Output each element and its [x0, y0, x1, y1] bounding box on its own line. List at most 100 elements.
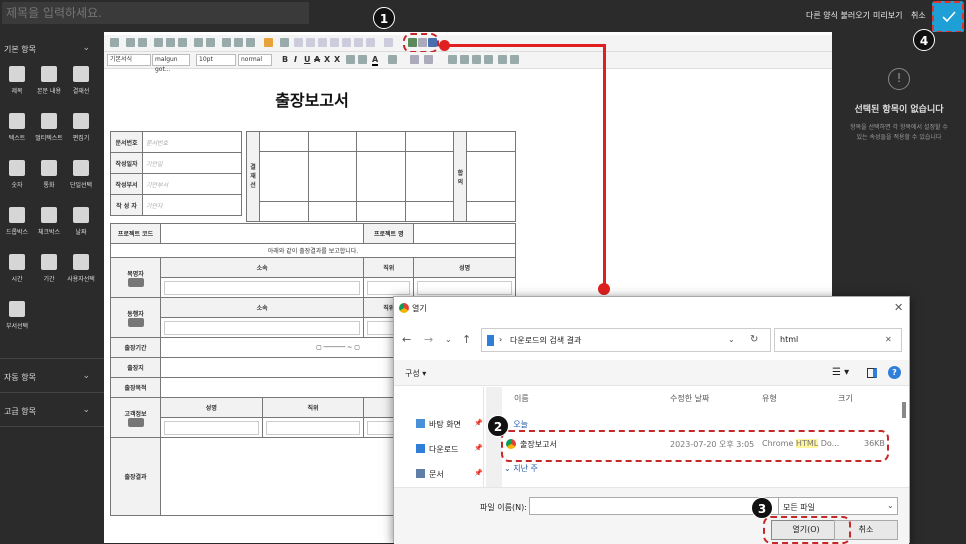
tool-title[interactable]: 제목	[0, 66, 34, 95]
nav-item[interactable]: 다운로드 📌	[416, 442, 486, 456]
nav-item[interactable]: 문서 📌	[416, 467, 486, 481]
superscript-button[interactable]: X	[324, 55, 330, 64]
size-select[interactable]: 10pt	[196, 54, 236, 66]
tool-multitext[interactable]: 멀티텍스트	[32, 113, 66, 142]
tool-checkbox[interactable]: 체크박스	[32, 207, 66, 236]
column-type[interactable]: 유형	[762, 393, 777, 404]
approval-cell[interactable]	[307, 151, 358, 202]
numbered-list-icon[interactable]	[510, 55, 519, 64]
align-justify-icon[interactable]	[484, 55, 493, 64]
hr-icon[interactable]	[234, 38, 243, 47]
special-char-icon[interactable]	[222, 38, 231, 47]
tool-content[interactable]: 본문 내용	[32, 66, 66, 95]
font-color-button[interactable]: A	[372, 55, 379, 66]
doc-info-value[interactable]: 기안부서	[142, 173, 242, 195]
agree-cell[interactable]	[466, 151, 516, 202]
undo-icon[interactable]	[126, 38, 135, 47]
approval-cell[interactable]	[307, 131, 358, 152]
paste-icon[interactable]	[178, 38, 187, 47]
load-other-form-link[interactable]: 다른 양식 불러오기	[806, 10, 870, 21]
tool-date[interactable]: 날짜	[64, 207, 98, 236]
new-doc-icon[interactable]	[110, 38, 119, 47]
approval-cell[interactable]	[404, 151, 455, 202]
redo-icon[interactable]	[138, 38, 147, 47]
tool-dropbox[interactable]: 드롭박스	[0, 207, 34, 236]
tool-currency[interactable]: 통화	[32, 160, 66, 189]
doc-info-value[interactable]: 기안자	[142, 194, 242, 216]
col-delete-icon[interactable]	[354, 38, 363, 47]
bullet-list-icon[interactable]	[498, 55, 507, 64]
add-remove-icon[interactable]	[127, 317, 144, 327]
cell-split-icon[interactable]	[306, 38, 315, 47]
link-icon[interactable]	[264, 38, 273, 47]
traveler-dept-input[interactable]	[164, 280, 361, 295]
row-delete-icon[interactable]	[330, 38, 339, 47]
approval-cell[interactable]	[356, 201, 406, 222]
subscript-button[interactable]: X	[334, 55, 340, 64]
cell-style-icon[interactable]	[366, 38, 375, 47]
cut-icon[interactable]	[154, 38, 163, 47]
traveler-name-input[interactable]	[417, 280, 512, 295]
column-modified[interactable]: 수정한 날짜	[670, 393, 709, 404]
organize-menu[interactable]: 구성 ▾	[405, 368, 426, 379]
project-name-cell[interactable]	[413, 223, 516, 244]
filetype-select[interactable]: 모든 파일 ⌄	[778, 497, 898, 515]
add-remove-icon[interactable]	[127, 417, 144, 427]
doc-info-value[interactable]: 기안일	[142, 152, 242, 174]
approval-cell[interactable]	[404, 201, 455, 222]
tool-time[interactable]: 시간	[0, 254, 34, 283]
image-icon[interactable]	[206, 38, 215, 47]
align-left-icon[interactable]	[448, 55, 457, 64]
tool-period[interactable]: 기간	[32, 254, 66, 283]
advanced-section-header[interactable]: 고급 항목 ⌄	[4, 405, 96, 417]
add-remove-icon[interactable]	[127, 277, 144, 287]
doc-info-value[interactable]: 문서번호	[142, 131, 242, 153]
recent-chevron-icon[interactable]: ⌄	[445, 335, 452, 344]
approval-cell[interactable]	[259, 131, 309, 152]
basic-section-header[interactable]: 기본 항목 ⌄	[4, 43, 96, 55]
style-select[interactable]: 기본서식	[107, 54, 151, 66]
view-menu-icon[interactable]: ☰ ▾	[832, 367, 849, 378]
format-painter-icon[interactable]	[384, 38, 393, 47]
agree-cell[interactable]	[466, 131, 516, 152]
tool-text[interactable]: 텍스트	[0, 113, 34, 142]
emoji-icon[interactable]	[246, 38, 255, 47]
cell-merge-icon[interactable]	[294, 38, 303, 47]
project-code-cell[interactable]	[159, 223, 365, 244]
highlight-color-icon[interactable]	[388, 55, 397, 64]
column-name[interactable]: 이름	[514, 393, 529, 404]
filename-input[interactable]	[529, 497, 779, 515]
auto-section-header[interactable]: 자동 항목 ⌄	[4, 371, 96, 383]
approval-cell[interactable]	[356, 131, 406, 152]
line-height-icon[interactable]	[410, 55, 419, 64]
tool-dept-select[interactable]: 부서선택	[0, 301, 34, 330]
tool-approval-line[interactable]: 결재선	[64, 66, 98, 95]
search-clear-icon[interactable]: ✕	[885, 335, 892, 344]
weight-select[interactable]: normal	[238, 54, 272, 66]
approval-cell[interactable]	[259, 151, 309, 202]
align-right-icon[interactable]	[472, 55, 481, 64]
customer-position-input[interactable]	[265, 420, 361, 435]
help-icon[interactable]: ?	[888, 366, 901, 379]
bold-button[interactable]: B	[282, 55, 288, 64]
strike-button[interactable]: A	[314, 55, 320, 64]
form-title-input[interactable]	[2, 2, 309, 24]
search-box[interactable]: html ✕	[774, 328, 902, 352]
tool-single-select[interactable]: 단일선택	[64, 160, 98, 189]
column-size[interactable]: 크기	[838, 393, 853, 404]
copy-icon[interactable]	[166, 38, 175, 47]
approval-cell[interactable]	[356, 151, 406, 202]
font-select[interactable]: malgun got...	[152, 54, 190, 73]
clear-format-icon[interactable]	[346, 55, 355, 64]
nav-item[interactable]: 바탕 화면 📌	[416, 417, 486, 431]
up-arrow-icon[interactable]: ↑	[462, 333, 471, 346]
traveler-position-input[interactable]	[367, 280, 411, 295]
row-insert-icon[interactable]	[318, 38, 327, 47]
back-arrow-icon[interactable]: ←	[402, 333, 411, 346]
pin-icon[interactable]: 📌	[474, 419, 483, 427]
refresh-icon[interactable]: ↻	[750, 334, 758, 345]
underline-button[interactable]: U	[304, 55, 311, 64]
cancel-link[interactable]: 취소	[911, 10, 926, 21]
letter-spacing-icon[interactable]	[424, 55, 433, 64]
close-icon[interactable]: ✕	[894, 301, 903, 314]
